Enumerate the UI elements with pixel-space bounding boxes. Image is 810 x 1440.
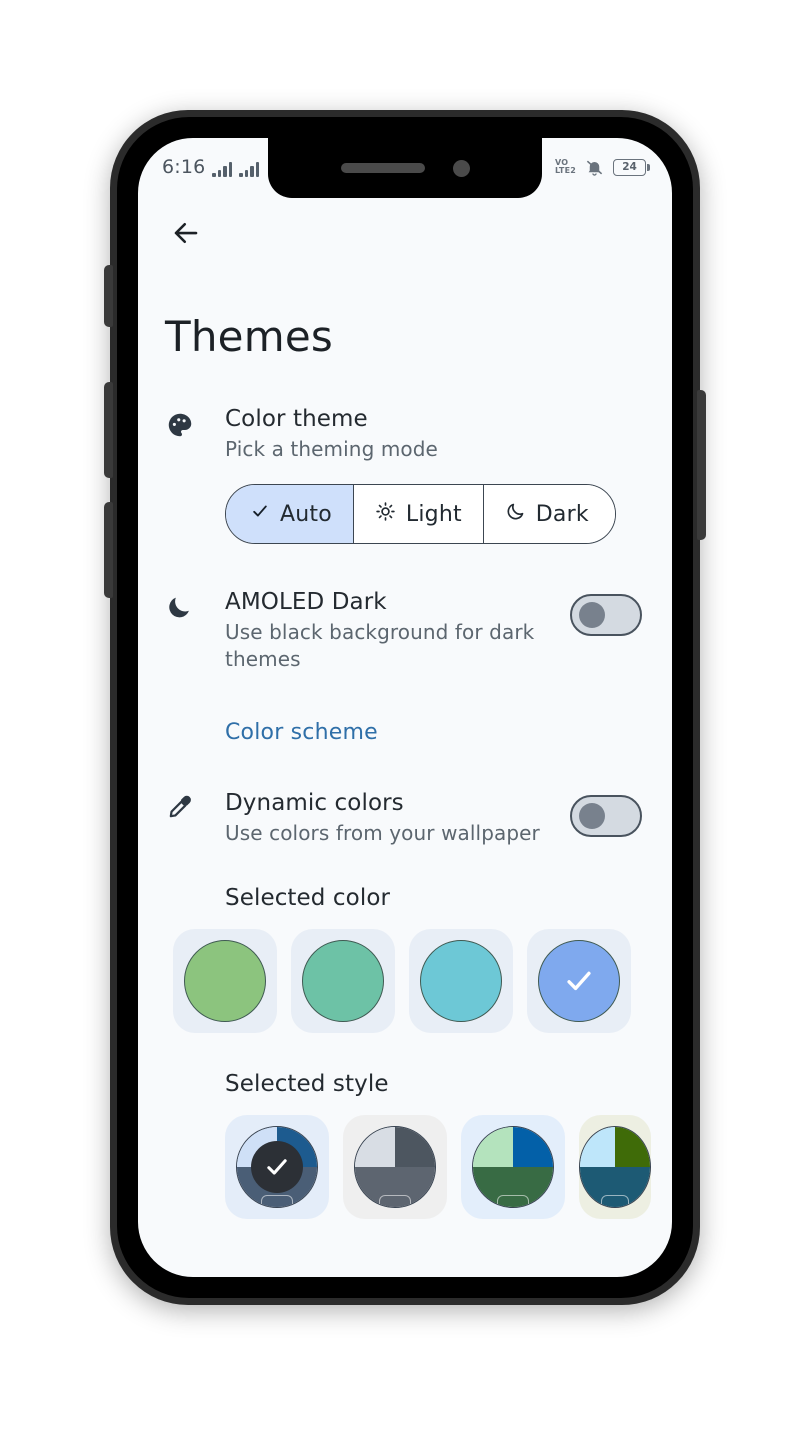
phone-screen: 6:16 VO LTE2 24 Themes Color theme Pick … — [138, 138, 672, 1277]
screenshot-stage: 6:16 VO LTE2 24 Themes Color theme Pick … — [0, 0, 810, 1440]
style-preview-monochrome[interactable] — [343, 1114, 447, 1219]
moon-icon — [505, 501, 526, 528]
toggle-thumb — [579, 602, 605, 629]
color-swatch-green[interactable] — [173, 928, 277, 1033]
amoled-title: AMOLED Dark — [225, 589, 387, 616]
segment-dark-label: Dark — [535, 501, 589, 527]
color-theme-title: Color theme — [225, 406, 368, 432]
style-preview-circle — [236, 1125, 318, 1208]
phone-silence-switch[interactable] — [104, 265, 113, 327]
phone-volume-up-button[interactable] — [104, 382, 113, 478]
theme-mode-segmented-wrap: Auto Light Dark — [138, 462, 672, 545]
phone-power-button[interactable] — [697, 390, 706, 540]
toggle-thumb — [579, 803, 605, 830]
phone-bezel: 6:16 VO LTE2 24 Themes Color theme Pick … — [117, 117, 693, 1298]
segment-light[interactable]: Light — [353, 485, 484, 544]
style-preview-expressive[interactable] — [579, 1114, 651, 1219]
check-icon — [250, 501, 270, 527]
setting-row-amoled-dark[interactable]: AMOLED Dark Use black background for dar… — [138, 588, 672, 672]
style-preview-vibrant[interactable] — [461, 1114, 565, 1219]
amoled-text: AMOLED Dark Use black background for dar… — [225, 588, 558, 672]
battery-indicator: 24 — [613, 158, 650, 176]
setting-row-color-theme[interactable]: Color theme Pick a theming mode — [138, 405, 672, 462]
segment-dark[interactable]: Dark — [483, 485, 615, 544]
segment-auto[interactable]: Auto — [226, 485, 354, 544]
eyedropper-icon — [165, 789, 225, 822]
dynamic-colors-title: Dynamic colors — [225, 790, 404, 817]
signal-bars-icon-sim2 — [239, 161, 260, 177]
selected-color-heading: Selected color — [225, 884, 391, 911]
dynamic-colors-subtitle: Use colors from your wallpaper — [225, 821, 540, 846]
bell-muted-icon — [585, 158, 604, 177]
color-swatch-circle — [302, 939, 384, 1022]
color-swatch-circle — [538, 939, 620, 1022]
segment-light-label: Light — [405, 501, 462, 527]
amoled-subtitle: Use black background for dark themes — [225, 620, 535, 671]
phone-notch — [268, 138, 542, 198]
selected-style-strip[interactable] — [138, 1114, 672, 1219]
color-scheme-section-link[interactable]: Color scheme — [138, 720, 672, 745]
dynamic-colors-toggle-wrap — [558, 789, 642, 838]
status-bar-left: 6:16 — [162, 155, 260, 178]
front-camera-icon — [452, 159, 470, 177]
color-theme-subtitle: Pick a theming mode — [225, 437, 438, 462]
selected-style-heading: Selected style — [225, 1070, 389, 1097]
color-swatch-circle — [184, 939, 266, 1022]
color-theme-text: Color theme Pick a theming mode — [225, 405, 642, 462]
selected-color-strip[interactable] — [138, 928, 672, 1033]
color-swatch-circle — [420, 939, 502, 1022]
volte-indicator: VO LTE2 — [554, 158, 576, 176]
battery-level-text: 24 — [622, 161, 637, 173]
sun-icon — [375, 501, 396, 528]
setting-row-dynamic-colors[interactable]: Dynamic colors Use colors from your wall… — [138, 789, 672, 846]
style-preview-tonal-spot[interactable] — [225, 1114, 329, 1219]
theme-mode-segmented-control[interactable]: Auto Light Dark — [225, 484, 616, 545]
style-preview-circle — [354, 1125, 436, 1208]
themes-screen: Themes Color theme Pick a theming mode A… — [138, 138, 672, 1277]
style-selected-check-icon — [251, 1140, 303, 1193]
status-clock: 6:16 — [162, 155, 206, 178]
style-preview-circle — [579, 1125, 651, 1208]
style-preview-circle — [472, 1125, 554, 1208]
status-bar-right: VO LTE2 24 — [554, 158, 650, 177]
amoled-toggle-wrap — [558, 588, 642, 637]
color-swatch-blue[interactable] — [527, 928, 631, 1033]
color-swatch-teal-green[interactable] — [291, 928, 395, 1033]
dynamic-colors-text: Dynamic colors Use colors from your wall… — [225, 789, 558, 846]
signal-bars-icon-sim1 — [212, 161, 233, 177]
back-button[interactable] — [165, 212, 207, 254]
amoled-dark-toggle[interactable] — [570, 594, 642, 637]
phone-volume-down-button[interactable] — [104, 502, 113, 598]
palette-icon — [165, 405, 225, 440]
earpiece-speaker-icon — [340, 163, 425, 173]
color-swatch-cyan[interactable] — [409, 928, 513, 1033]
dynamic-colors-toggle[interactable] — [570, 795, 642, 838]
phone-device-frame: 6:16 VO LTE2 24 Themes Color theme Pick … — [104, 110, 706, 1305]
segment-auto-label: Auto — [280, 501, 332, 527]
volte-label-bottom: LTE2 — [554, 166, 576, 175]
page-title: Themes — [165, 312, 333, 361]
moon-filled-icon — [165, 588, 225, 621]
top-app-bar — [138, 196, 672, 270]
